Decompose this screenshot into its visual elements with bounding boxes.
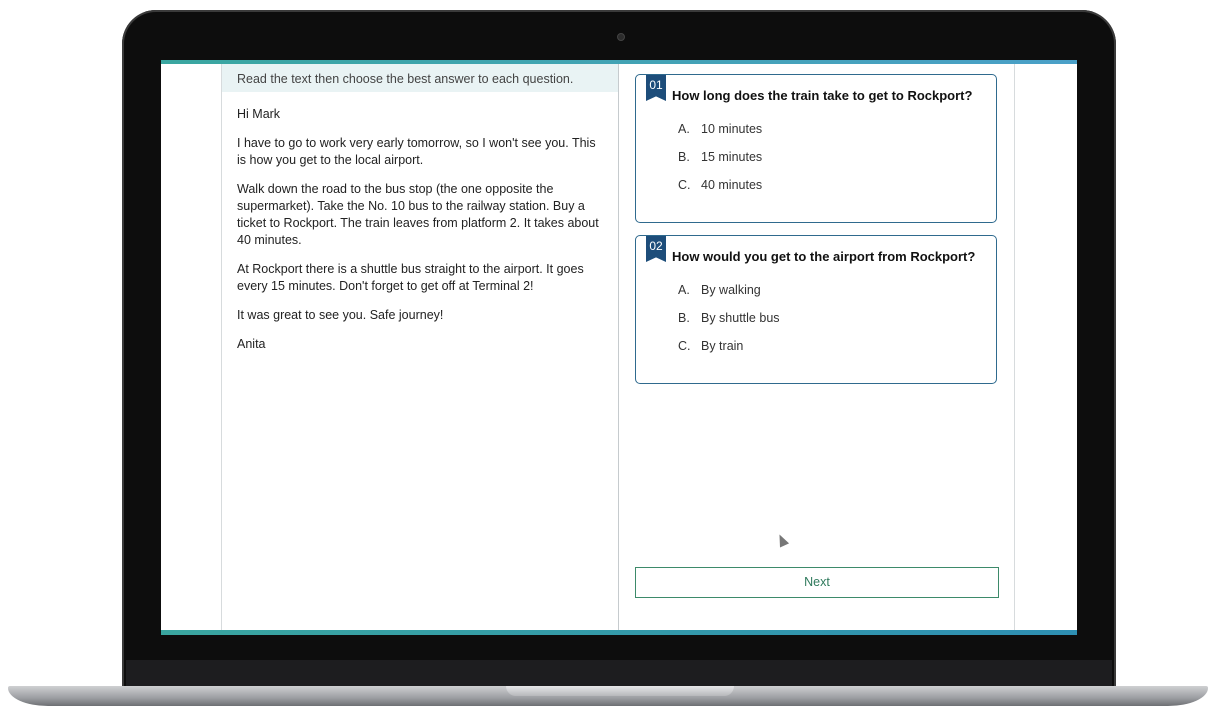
option-letter: A.	[678, 122, 690, 136]
answer-options: A. 10 minutes B. 15 minutes C. 40 minute…	[678, 122, 762, 206]
option-text: By shuttle bus	[701, 311, 780, 325]
answer-option-a[interactable]: A. 10 minutes	[678, 122, 762, 150]
question-card-1: 01 How long does the train take to get t…	[635, 74, 997, 223]
bottom-accent-bar	[161, 630, 1077, 635]
answer-option-b[interactable]: B. By shuttle bus	[678, 311, 780, 339]
passage-paragraph: I have to go to work very early tomorrow…	[237, 136, 596, 167]
laptop-chin	[126, 660, 1112, 686]
option-letter: B.	[678, 150, 690, 164]
laptop-base-notch	[506, 686, 734, 696]
answer-option-c[interactable]: C. 40 minutes	[678, 178, 762, 206]
option-text: 10 minutes	[701, 122, 763, 136]
reading-passage: Hi Mark I have to go to work very early …	[237, 106, 603, 365]
question-text: How would you get to the airport from Ro…	[672, 249, 976, 264]
passage-signature: Anita	[237, 337, 266, 351]
question-card-2: 02 How would you get to the airport from…	[635, 235, 997, 384]
webcam-icon	[617, 33, 625, 41]
option-text: 40 minutes	[701, 178, 763, 192]
option-text: By train	[701, 339, 744, 353]
right-divider	[1014, 64, 1015, 630]
option-text: By walking	[701, 283, 761, 297]
screen: Read the text then choose the best answe…	[161, 60, 1077, 635]
passage-paragraph: At Rockport there is a shuttle bus strai…	[237, 262, 584, 293]
center-divider	[618, 64, 619, 630]
question-number-badge: 01	[646, 75, 666, 101]
answer-option-b[interactable]: B. 15 minutes	[678, 150, 762, 178]
passage-greeting: Hi Mark	[237, 107, 281, 121]
option-text: 15 minutes	[701, 150, 763, 164]
question-number-badge: 02	[646, 236, 666, 262]
option-letter: C.	[678, 178, 691, 192]
passage-paragraph: It was great to see you. Safe journey!	[237, 308, 444, 322]
answer-option-a[interactable]: A. By walking	[678, 283, 780, 311]
option-letter: A.	[678, 283, 690, 297]
instruction-banner: Read the text then choose the best answe…	[222, 64, 618, 92]
answer-option-c[interactable]: C. By train	[678, 339, 780, 367]
question-text: How long does the train take to get to R…	[672, 88, 973, 103]
passage-paragraph: Walk down the road to the bus stop (the …	[237, 182, 599, 247]
answer-options: A. By walking B. By shuttle bus C. By tr…	[678, 283, 780, 367]
left-divider	[221, 64, 222, 630]
mouse-pointer-icon	[774, 532, 790, 548]
next-button[interactable]: Next	[635, 567, 999, 598]
option-letter: B.	[678, 311, 690, 325]
option-letter: C.	[678, 339, 691, 353]
